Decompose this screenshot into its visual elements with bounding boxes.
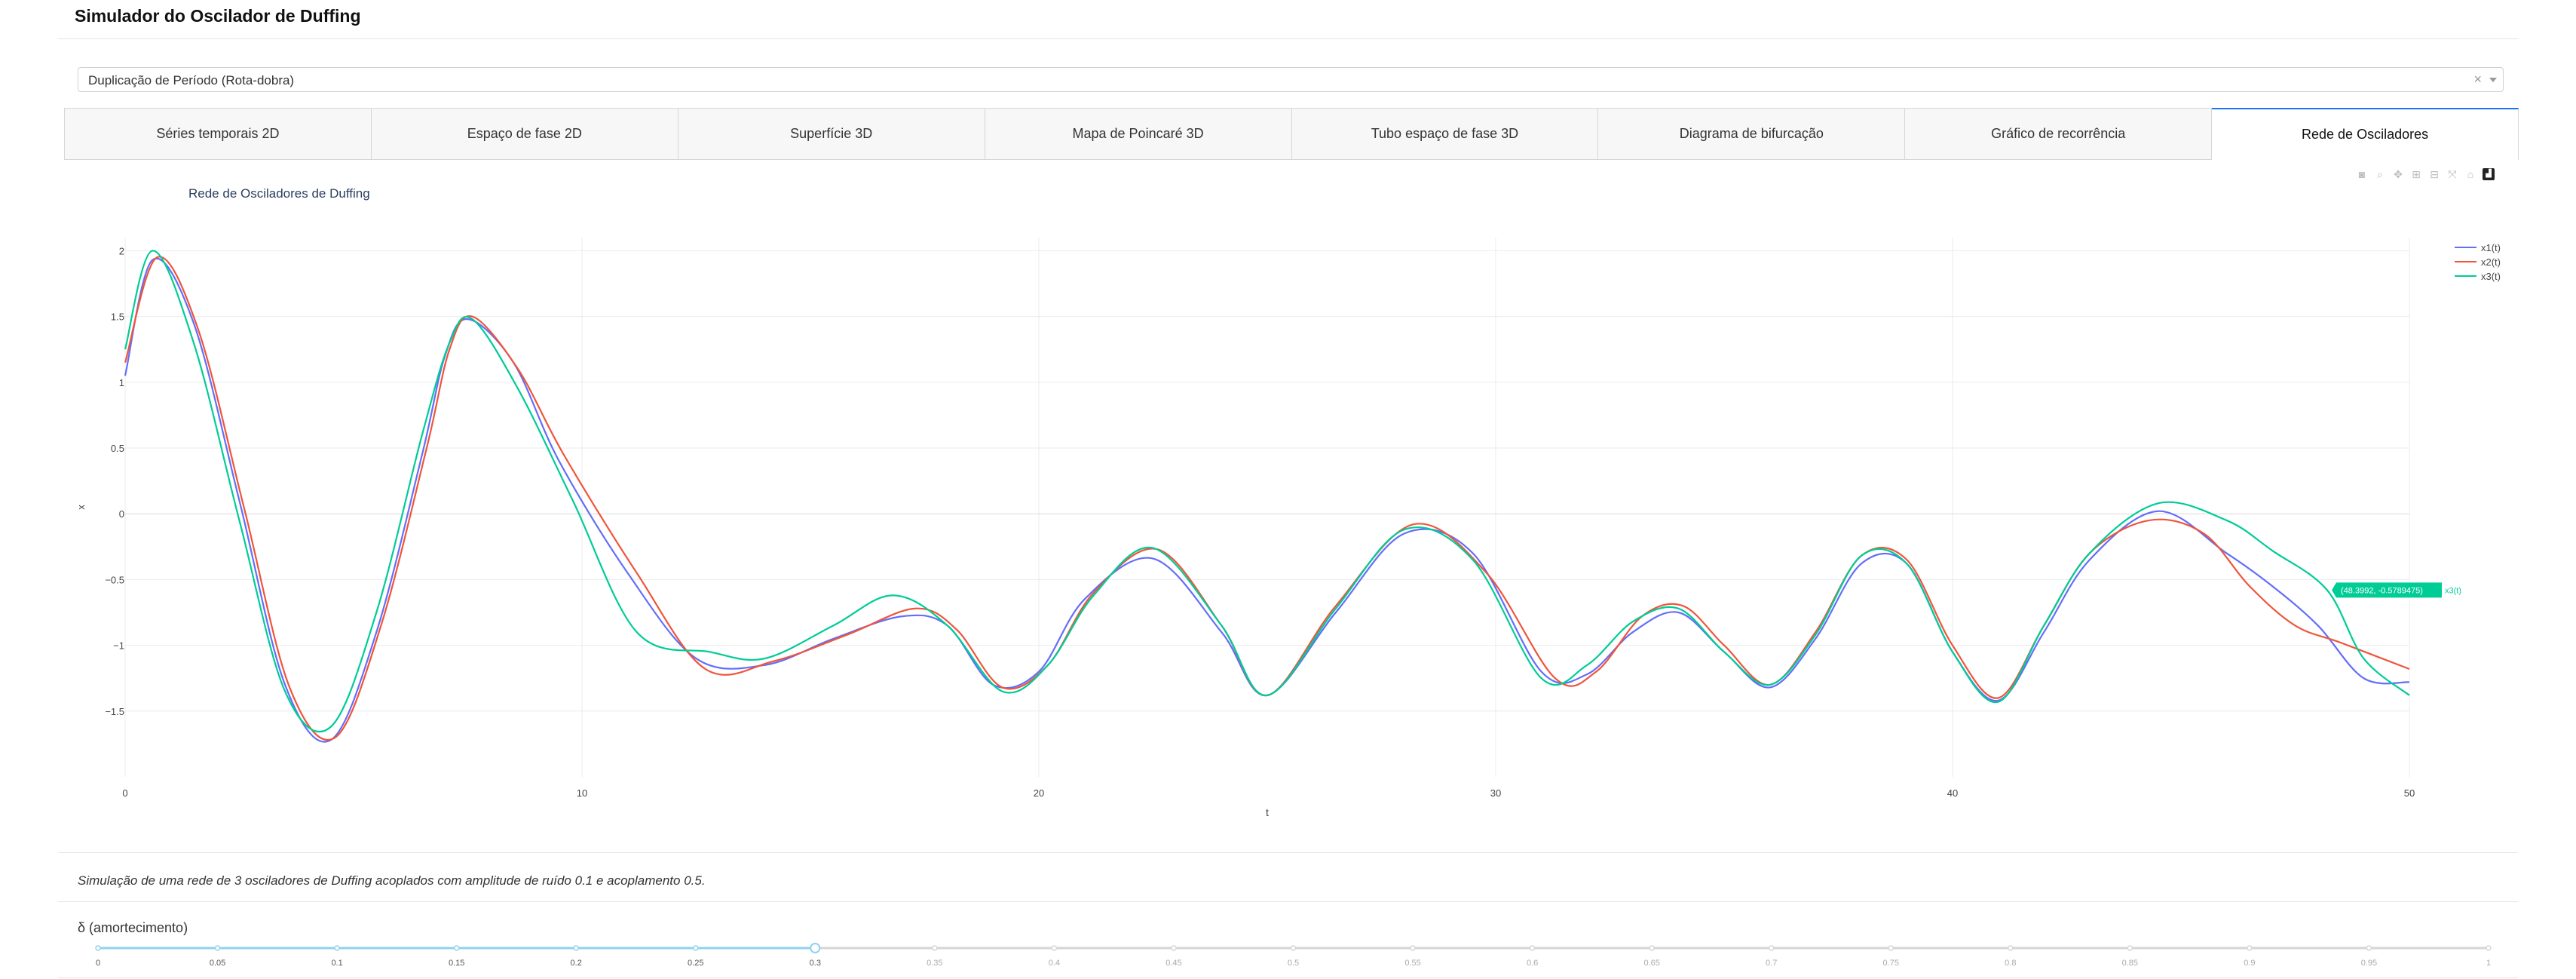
damping-slider[interactable]: 0 0.05 0.1 0.15 0.2 0.25 0.3 0.35 0.4 0.45 0.5 0.55… (0, 943, 2576, 973)
slider-tick-label: 0.55 (1404, 959, 1420, 968)
zoom-out-icon[interactable]: ⊟ (2428, 168, 2440, 180)
home-icon[interactable]: ⌂ (2464, 168, 2476, 180)
slider-dot (1888, 945, 1894, 951)
hover-tooltip-series: x3(t) (2445, 586, 2461, 595)
legend-label-2: x2(t) (2481, 256, 2501, 268)
y-tick-label: 1 (119, 377, 124, 388)
slider-tick-label: 0.75 (1883, 959, 1899, 968)
legend-label-3: x3(t) (2481, 271, 2501, 282)
slider-dot (95, 945, 101, 951)
slider-dot (1290, 945, 1297, 951)
pan-icon[interactable]: ✥ (2392, 168, 2404, 180)
slider-dot (573, 945, 579, 951)
slider-dot (453, 945, 460, 951)
y-tick-label: 2 (119, 245, 124, 256)
y-tick-label: 1.5 (111, 312, 124, 323)
chart-title: Rede de Osciladores de Duffing (188, 186, 370, 201)
x-tick-label: 50 (2404, 787, 2415, 799)
slider-dot (2127, 945, 2133, 951)
tab-7[interactable]: Gráfico de recorrência (1905, 108, 2213, 160)
series-line-3 (124, 250, 2410, 733)
tab-3[interactable]: Superfície 3D (678, 108, 985, 160)
series-line-2 (124, 256, 2410, 741)
slider-tick-label: 0.2 (571, 959, 582, 968)
tab-bar: Séries temporais 2D Espaço de fase 2D Supe… (64, 108, 2519, 160)
hover-tooltip-value: (48.3992, -0.5789475) (2341, 586, 2423, 595)
slider-dot (2247, 945, 2253, 951)
tab-2[interactable]: Espaço de fase 2D (371, 108, 678, 160)
damping-slider-label: δ (amortecimento) (78, 920, 188, 935)
simulation-caption: Simulação de uma rede de 3 osciladores d… (78, 873, 706, 888)
y-tick-label: −1.5 (105, 706, 124, 717)
slider-dot (1768, 945, 1775, 951)
slider-handle[interactable] (810, 943, 821, 953)
slider-tick-label: 1 (2486, 959, 2491, 968)
divider (58, 901, 2518, 902)
chevron-down-icon[interactable] (2489, 78, 2497, 82)
plot-modebar: ◙ ⌕ ✥ ⊞ ⊟ ⤧ ⌂ ▟ (2356, 167, 2495, 181)
zoom-icon[interactable]: ⌕ (2374, 168, 2386, 180)
slider-tick-label: 0.3 (810, 959, 821, 968)
y-tick-label: −1 (113, 640, 124, 652)
x-tick-label: 20 (1034, 787, 1044, 799)
slider-tick-label: 0.45 (1165, 959, 1181, 968)
slider-dot (2366, 945, 2372, 951)
header-divider (58, 38, 2518, 39)
x-tick-label: 30 (1490, 787, 1501, 799)
slider-tick-label: 0.85 (2122, 959, 2138, 968)
app-title: Simulador do Oscilador de Duffing (75, 6, 361, 26)
slider-tick-label: 0.95 (2361, 959, 2377, 968)
slider-tick-label: 0.4 (1049, 959, 1060, 968)
y-tick-label: −0.5 (105, 574, 124, 585)
x-tick-label: 10 (577, 787, 587, 799)
autoscale-icon[interactable]: ⤧ (2446, 168, 2458, 180)
y-tick-label: 0.5 (111, 443, 124, 454)
slider-dot (334, 945, 340, 951)
divider (58, 852, 2518, 853)
slider-tick-label: 0.65 (1643, 959, 1659, 968)
slider-dot (932, 945, 938, 951)
tab-4[interactable]: Mapa de Poincaré 3D (985, 108, 1292, 160)
x-axis-label: t (1266, 806, 1269, 818)
plotly-logo-icon[interactable]: ▟ (2483, 168, 2495, 180)
legend-label-1: x1(t) (2481, 242, 2501, 253)
preset-dropdown[interactable]: Duplicação de Período (Rota-dobra) × (78, 67, 2504, 92)
oscillator-network-chart: Rede de Osciladores de Duffing0 10 20 30 40 5… (75, 186, 2501, 818)
slider-tick-label: 0 (96, 959, 100, 968)
tab-1[interactable]: Séries temporais 2D (64, 108, 372, 160)
slider-tick-label: 0.9 (2244, 959, 2255, 968)
preset-dropdown-value: Duplicação de Período (Rota-dobra) (88, 73, 295, 87)
zoom-in-icon[interactable]: ⊞ (2410, 168, 2422, 180)
slider-tick-label: 0.05 (210, 959, 225, 968)
slider-dot (1051, 945, 1058, 951)
slider-dot (1410, 945, 1416, 951)
tab-5[interactable]: Tubo espaço de fase 3D (1291, 108, 1599, 160)
slider-tick-label: 0.35 (927, 959, 942, 968)
slider-dot (1529, 945, 1536, 951)
camera-icon[interactable]: ◙ (2356, 168, 2368, 180)
slider-tick-label: 0.5 (1288, 959, 1299, 968)
slider-dot (693, 945, 699, 951)
y-axis-label: x (75, 505, 87, 510)
divider (58, 977, 2518, 978)
tab-8[interactable]: Rede de Osciladores (2212, 108, 2519, 160)
slider-dot (2486, 945, 2492, 951)
x-tick-label: 0 (122, 787, 127, 799)
slider-tick-label: 0.6 (1527, 959, 1538, 968)
slider-tick-label: 0.15 (449, 959, 464, 968)
hover-tooltip: (48.3992, -0.5789475) x3(t) (2332, 582, 2461, 598)
y-tick-label: 0 (119, 508, 124, 520)
slider-dot (2008, 945, 2014, 951)
slider-tick-label: 0.25 (688, 959, 703, 968)
slider-tick-label: 0.7 (1766, 959, 1777, 968)
slider-tick-label: 0.8 (2005, 959, 2016, 968)
tab-6[interactable]: Diagrama de bifurcação (1598, 108, 1906, 160)
slider-tick-label: 0.1 (331, 959, 342, 968)
slider-dot (1171, 945, 1177, 951)
slider-dot (1649, 945, 1655, 951)
clear-icon[interactable]: × (2473, 72, 2482, 87)
series-line-1 (124, 257, 2410, 743)
slider-dot (214, 945, 221, 951)
x-tick-label: 40 (1947, 787, 1958, 799)
